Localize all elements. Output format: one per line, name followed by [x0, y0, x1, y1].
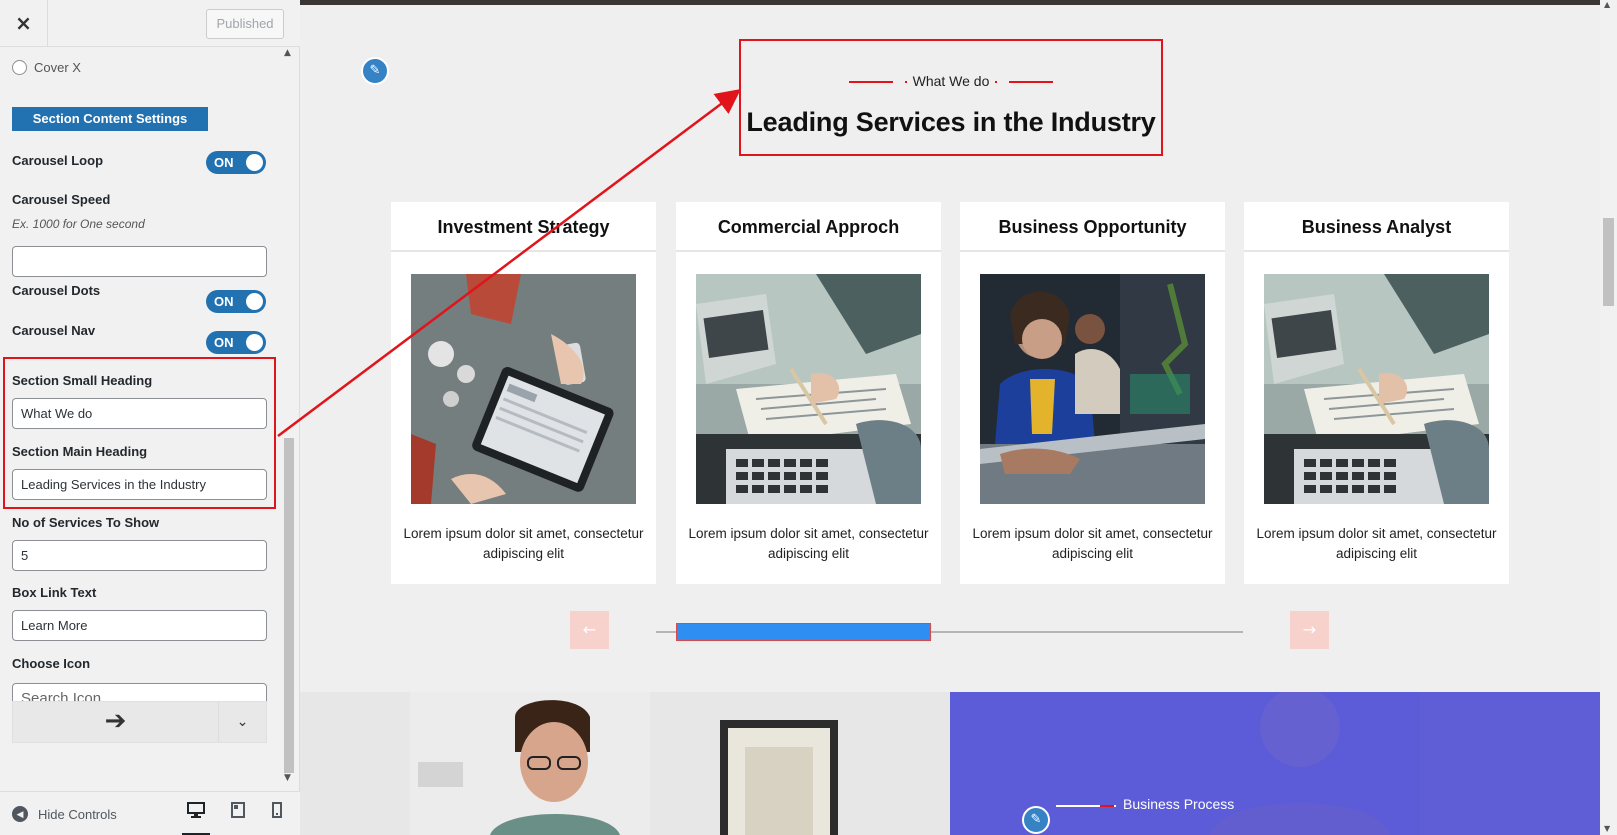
heading-dot — [904, 81, 907, 84]
service-card[interactable]: Commercial Approch Lorem ipsum dolor sit… — [676, 202, 941, 584]
site-preview: ✎ What We do Leading Services in the Ind… — [300, 0, 1600, 835]
heading-dot — [995, 81, 998, 84]
previous-section-edge — [300, 0, 1600, 5]
radio-cover-x[interactable]: Cover X — [12, 60, 81, 75]
service-description: Lorem ipsum dolor sit amet, consectetur … — [972, 526, 1213, 561]
toggle-state: ON — [214, 335, 234, 350]
carousel-speed-description: Ex. 1000 for One second — [12, 217, 145, 231]
services-count-label: No of Services To Show — [12, 515, 160, 530]
sidebar-footer: ◀ Hide Controls — [0, 791, 300, 835]
hide-controls-label: Hide Controls — [38, 806, 117, 822]
small-heading-text: What We do — [912, 73, 990, 89]
carousel-dots-label: Carousel Dots — [12, 283, 101, 298]
mobile-icon — [272, 802, 282, 818]
carousel-nav-toggle[interactable]: ON — [206, 331, 266, 354]
scroll-down-icon[interactable]: ▼ — [284, 773, 291, 783]
service-title[interactable]: Investment Strategy — [391, 202, 656, 252]
publish-button[interactable]: Published — [206, 9, 284, 39]
desktop-icon — [187, 802, 205, 818]
scroll-up-icon[interactable]: ▲ — [284, 48, 291, 58]
carousel-nav-label: Carousel Nav — [12, 323, 96, 338]
icon-picker[interactable]: ➔ ⌄ — [12, 701, 267, 743]
service-image — [696, 274, 921, 504]
service-description: Lorem ipsum dolor sit amet, consectetur … — [1256, 526, 1497, 561]
heading-line-right — [1009, 81, 1054, 84]
service-description: Lorem ipsum dolor sit amet, consectetur … — [688, 526, 929, 561]
service-image — [980, 274, 1205, 504]
toggle-state: ON — [214, 155, 234, 170]
carousel-loop-toggle[interactable]: ON — [206, 151, 266, 174]
section-heading-highlight: What We do Leading Services in the Indus… — [739, 39, 1163, 156]
close-icon[interactable]: × — [0, 0, 48, 47]
carousel-next-button[interactable]: → — [1290, 611, 1329, 649]
service-description: Lorem ipsum dolor sit amet, consectetur … — [403, 526, 644, 561]
toggle-knob — [246, 154, 263, 171]
scroll-up-icon[interactable]: ▲ — [1604, 0, 1610, 9]
service-image — [411, 274, 636, 504]
section-main-heading: Leading Services in the Industry — [746, 107, 1156, 137]
service-title[interactable]: Business Opportunity — [960, 202, 1225, 252]
business-process-line-accent — [1100, 805, 1114, 807]
edit-shortcut-icon[interactable]: ✎ — [361, 57, 389, 85]
preview-scrollbar[interactable]: ▲ ▼ — [1600, 0, 1617, 835]
collapse-icon: ◀ — [12, 806, 28, 822]
carousel-loop-label: Carousel Loop — [12, 153, 104, 168]
sidebar-scrollbar[interactable]: ▲ ▼ — [283, 48, 295, 783]
scroll-down-icon[interactable]: ▼ — [1604, 824, 1610, 833]
radio-label: Cover X — [34, 60, 81, 75]
carousel-dots-toggle[interactable]: ON — [206, 290, 266, 313]
hide-controls-button[interactable]: ◀ Hide Controls — [12, 806, 117, 822]
heading-line-left — [848, 81, 893, 84]
carousel-progress-bar[interactable] — [676, 623, 931, 641]
arrow-right-icon[interactable]: ➔ — [13, 702, 218, 742]
scrollbar-thumb[interactable] — [1603, 218, 1614, 306]
services-count-input[interactable]: 5 — [12, 540, 267, 571]
tablet-icon — [231, 802, 245, 818]
service-card[interactable]: Business Analyst Lorem ipsum dolor sit a… — [1244, 202, 1509, 584]
service-title[interactable]: Business Analyst — [1244, 202, 1509, 252]
service-card[interactable]: Investment Strategy Lorem ipsum dolor si… — [391, 202, 656, 584]
business-process-label: Business Process — [1123, 796, 1235, 812]
heading-highlight-box — [3, 357, 276, 509]
arrow-right-icon: → — [1302, 620, 1317, 639]
section-content-settings-button[interactable]: Section Content Settings — [12, 107, 208, 131]
toggle-knob — [246, 334, 263, 351]
scrollbar-thumb[interactable] — [284, 438, 294, 773]
choose-icon-label: Choose Icon — [12, 656, 91, 671]
service-card[interactable]: Business Opportunity Lorem ipsum dolor s… — [960, 202, 1225, 584]
carousel-speed-label: Carousel Speed — [12, 192, 111, 207]
toggle-state: ON — [214, 294, 234, 309]
tablet-preview-button[interactable] — [224, 802, 252, 826]
service-image — [1264, 274, 1489, 504]
section-small-heading: What We do — [741, 73, 1161, 89]
radio-icon[interactable] — [12, 60, 27, 75]
box-link-text-label: Box Link Text — [12, 585, 97, 600]
mobile-preview-button[interactable] — [263, 802, 291, 826]
toggle-knob — [246, 293, 263, 310]
customizer-sidebar: × Published Cover X Section Content Sett… — [0, 0, 300, 835]
desktop-preview-button[interactable] — [182, 802, 210, 835]
arrow-left-icon: ← — [582, 620, 597, 639]
carousel-speed-input[interactable] — [12, 246, 267, 277]
service-title[interactable]: Commercial Approch — [676, 202, 941, 252]
sidebar-header: × Published — [0, 0, 300, 47]
about-section-image — [300, 692, 950, 835]
carousel-prev-button[interactable]: ← — [570, 611, 609, 649]
chevron-down-icon[interactable]: ⌄ — [218, 702, 266, 742]
edit-shortcut-icon[interactable]: ✎ — [1022, 806, 1050, 834]
box-link-text-input[interactable]: Learn More — [12, 610, 267, 641]
